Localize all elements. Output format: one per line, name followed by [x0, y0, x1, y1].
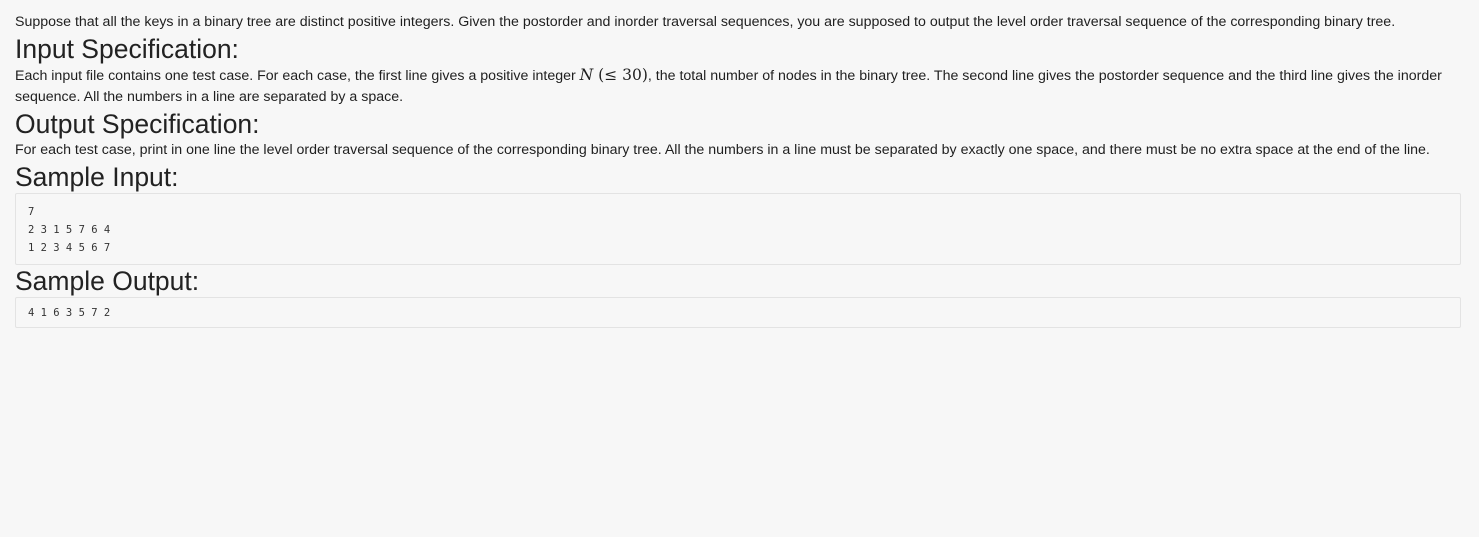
math-variable-n: N: [579, 66, 594, 84]
output-spec-paragraph: For each test case, print in one line th…: [15, 142, 1430, 158]
sample-input-code-block[interactable]: 7 2 3 1 5 7 6 4 1 2 3 4 5 6 7: [15, 193, 1461, 265]
problem-statement: Suppose that all the keys in a binary tr…: [0, 0, 1479, 328]
sample-output-heading: Sample Output:: [15, 266, 200, 296]
output-spec-heading: Output Specification:: [15, 109, 260, 139]
input-spec-text-before: Each input file contains one test case. …: [15, 68, 580, 84]
math-constraint: (≤ 30): [598, 66, 648, 84]
sample-input-heading: Sample Input:: [15, 162, 179, 192]
intro-paragraph: Suppose that all the keys in a binary tr…: [15, 14, 1396, 30]
sample-output-code-block[interactable]: 4 1 6 3 5 7 2: [15, 297, 1461, 328]
input-spec-heading: Input Specification:: [15, 34, 239, 64]
math-formula: N (≤ 30): [580, 66, 648, 84]
input-spec-paragraph: Each input file contains one test case. …: [15, 65, 1462, 108]
